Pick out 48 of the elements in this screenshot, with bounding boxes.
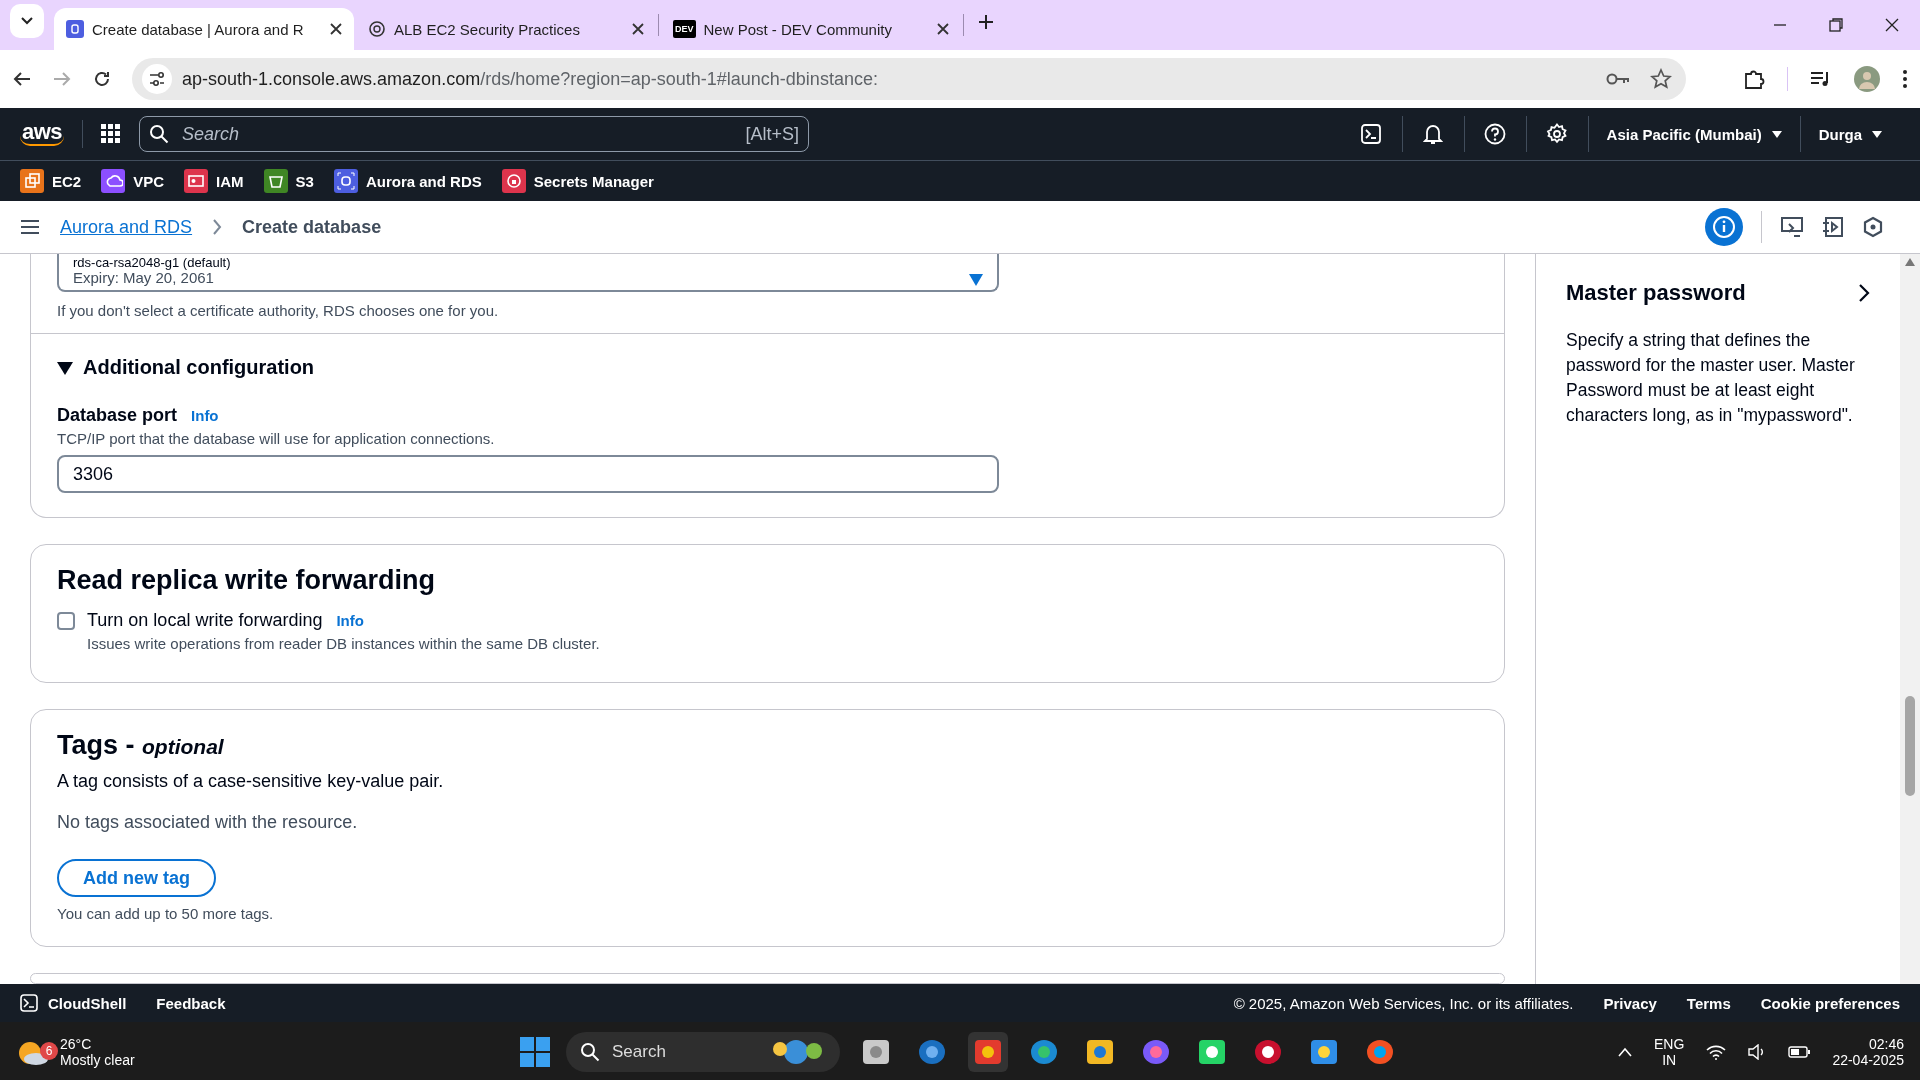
region-menu[interactable]: Asia Pacific (Mumbai) bbox=[1588, 116, 1801, 152]
taskbar-search[interactable]: Search bbox=[566, 1032, 840, 1072]
field-description: TCP/IP port that the database will use for application connections. bbox=[57, 430, 496, 447]
favorite-service-link[interactable]: IAM bbox=[184, 169, 244, 193]
clock[interactable]: 02:46 22-04-2025 bbox=[1832, 1036, 1904, 1068]
section-title: Read replica write forwarding bbox=[57, 565, 437, 596]
empty-state-text: No tags associated with the resource. bbox=[57, 812, 359, 833]
checkbox-description: Issues write operations from reader DB instances within the same DB cluster. bbox=[87, 635, 601, 652]
select-description: Expiry: May 20, 2061 bbox=[73, 269, 214, 286]
checkbox-label: Turn on local write forwarding bbox=[87, 610, 323, 631]
shortcut-hint: [Alt+S] bbox=[745, 124, 800, 145]
favorite-service-link[interactable]: S3 bbox=[263, 169, 314, 193]
favorite-service-link[interactable]: Aurora and RDS bbox=[333, 169, 482, 193]
browser-tab[interactable]: DEV New Post - DEV Community bbox=[661, 8, 961, 50]
footer-link[interactable]: Privacy bbox=[1603, 994, 1657, 1012]
field-label: Database port bbox=[57, 405, 178, 426]
browser-tab[interactable]: ALB EC2 Security Practices bbox=[356, 8, 656, 50]
browser-tab[interactable]: Create database | Aurora and R bbox=[54, 8, 354, 50]
language-indicator[interactable]: ENG IN bbox=[1654, 1036, 1685, 1068]
section-description: A tag consists of a case-sensitive key-value pair. bbox=[57, 771, 445, 792]
notification-badge: 6 bbox=[40, 1042, 58, 1060]
favorite-service-link[interactable]: Secrets Manager bbox=[501, 169, 654, 193]
favorite-service-link[interactable]: VPC bbox=[101, 169, 165, 193]
help-panel-text: Specify a string that defines the password for the master user. Master Password must be at least eight characters long, as in "mypassword". bbox=[1566, 329, 1856, 427]
dev-logo: DEV bbox=[673, 20, 696, 38]
info-link[interactable]: Info bbox=[191, 407, 219, 424]
footer-link[interactable]: Cookie preferences bbox=[1760, 994, 1900, 1012]
info-link[interactable]: Info bbox=[336, 612, 364, 629]
field-hint: If you don't select a certificate authority, RDS chooses one for you. bbox=[57, 302, 500, 319]
favorite-service-link[interactable]: EC2 bbox=[20, 169, 82, 193]
account-menu[interactable]: Durga bbox=[1800, 116, 1900, 152]
port-input[interactable]: 3306 bbox=[57, 455, 999, 493]
address-bar[interactable]: ap-south-1.console.aws.amazon.com/rds/home?region=ap-south-1#launch-dbinstance: bbox=[132, 58, 1686, 100]
select-value: rds-ca-rsa2048-g1 (default) bbox=[73, 256, 231, 269]
expand-toggle[interactable]: Additional configuration bbox=[57, 356, 1478, 379]
certificate-select[interactable]: rds-ca-rsa2048-g1 (default) Expiry: May 20, 2061 bbox=[57, 254, 999, 292]
footer-link[interactable]: Terms bbox=[1686, 994, 1731, 1012]
breadcrumb-current: Create database bbox=[242, 216, 382, 238]
aws-logo[interactable]: aws bbox=[20, 122, 65, 146]
add-tag-button[interactable]: Add new tag bbox=[57, 859, 216, 897]
field-hint: You can add up to 50 more tags. bbox=[57, 905, 275, 922]
help-panel-title: Master password bbox=[1566, 280, 1746, 306]
breadcrumb-link[interactable]: Aurora and RDS bbox=[60, 216, 193, 238]
copyright-text: © 2025, Amazon Web Services, Inc. or its affiliates. bbox=[1233, 994, 1574, 1012]
feedback-link[interactable]: Feedback bbox=[156, 994, 226, 1012]
section-title: Tags - optional bbox=[57, 730, 225, 761]
url-text: ap-south-1.console.aws.amazon.com/rds/home?region=ap-south-1#launch-dbinstance: bbox=[182, 68, 878, 90]
cloudshell-link[interactable]: CloudShell bbox=[20, 994, 127, 1012]
